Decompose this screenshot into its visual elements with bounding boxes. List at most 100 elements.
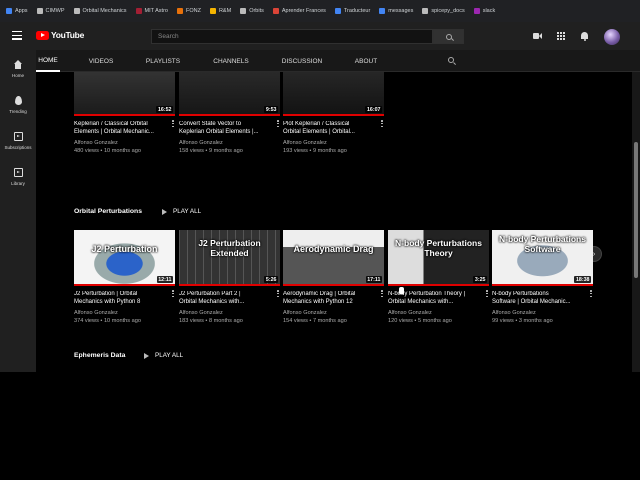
video-card[interactable]: 16:52 Keplerian / Classical Orbital Eleme… [74, 72, 175, 154]
video-thumbnail[interactable]: 16:07 [283, 72, 384, 116]
more-options-icon[interactable] [381, 290, 384, 298]
play-all-button[interactable]: PLAY ALL [162, 208, 201, 215]
video-thumbnail[interactable]: Aerodynamic Drag 17:11 [283, 230, 384, 286]
video-card[interactable]: Aerodynamic Drag 17:11 Aerodynamic Drag | … [283, 230, 384, 324]
shelf-title-ephemeris-data[interactable]: Ephemeris Data [74, 352, 125, 359]
bookmark-favicon-icon [473, 8, 480, 14]
search-button[interactable] [433, 29, 464, 44]
video-thumbnail[interactable]: N-body Perturbations Software 18:38 [492, 230, 593, 286]
sidebar-item-library[interactable]: Library [0, 168, 36, 186]
video-meta: 154 views • 7 months ago [283, 317, 347, 324]
channel-name[interactable]: Alfonso Gonzalez [283, 310, 384, 316]
bookmark-label: Apps [15, 8, 28, 14]
video-meta: 480 views • 10 months ago [74, 147, 141, 154]
more-options-icon[interactable] [381, 120, 384, 128]
video-thumbnail[interactable]: N-body Perturbations Theory 3:25 [388, 230, 489, 286]
channel-name[interactable]: Alfonso Gonzalez [179, 310, 280, 316]
bookmark-item[interactable]: R&M [209, 8, 231, 14]
video-thumbnail[interactable]: 16:52 [74, 72, 175, 116]
channel-search-icon[interactable] [448, 57, 454, 63]
video-title[interactable]: Keplerian / Classical Orbital Elements |… [74, 121, 166, 137]
sidebar-item-home[interactable]: Home [0, 60, 36, 78]
bookmark-item[interactable]: spicepy_docs [422, 8, 465, 14]
video-camera-icon[interactable] [533, 32, 542, 40]
more-options-icon[interactable] [172, 120, 175, 128]
video-title[interactable]: N-body Perturbations Software | Orbital … [492, 291, 584, 307]
tab-playlists[interactable]: PLAYLISTS [144, 50, 182, 72]
video-meta: 183 views • 8 months ago [179, 317, 243, 324]
more-options-icon[interactable] [277, 290, 280, 298]
bookmark-item[interactable]: Apps [6, 8, 28, 14]
duration-badge: 9:53 [264, 106, 278, 113]
bookmark-item[interactable]: Orbital Mechanics [73, 8, 127, 14]
video-title[interactable]: Aerodynamic Drag | Orbital Mechanics wit… [283, 291, 375, 307]
video-thumbnail[interactable]: J2 Perturbation 12:11 [74, 230, 175, 286]
video-meta: 374 views • 10 months ago [74, 317, 141, 324]
video-meta: 99 views • 3 months ago [492, 317, 553, 324]
channel-name[interactable]: Alfonso Gonzalez [74, 310, 175, 316]
notifications-bell-icon[interactable] [580, 32, 589, 41]
scrollbar-thumb[interactable] [634, 142, 638, 278]
video-title[interactable]: Plot Keplerian / Classical Orbital Eleme… [283, 121, 375, 137]
video-card[interactable]: 9:53 Convert State Vector to Keplerian Or… [179, 72, 280, 154]
more-options-icon[interactable] [277, 120, 280, 128]
sidebar-item-label: Library [11, 181, 25, 186]
more-options-icon[interactable] [486, 290, 489, 298]
library-icon [13, 168, 23, 177]
video-title[interactable]: N-body Perturbation Theory | Orbital Mec… [388, 291, 480, 307]
tab-channels[interactable]: CHANNELS [212, 50, 250, 72]
apps-grid-icon[interactable] [557, 32, 566, 41]
play-all-button[interactable]: PLAY ALL [144, 352, 183, 359]
scrollbar[interactable] [632, 72, 640, 372]
tab-home[interactable]: HOME [36, 50, 60, 72]
video-card[interactable]: J2 Perturbation 12:11 J2 Perturbation | Or… [74, 230, 175, 324]
sidebar-item-subscriptions[interactable]: Subscriptions [0, 132, 36, 150]
masthead: YouTube Search [0, 22, 640, 50]
bookmark-item[interactable]: Aprender Frances [272, 8, 326, 14]
bookmark-item[interactable]: MIT Astro [135, 8, 168, 14]
sidebar-item-trending[interactable]: Trending [0, 96, 36, 114]
bookmark-label: Traducteur [343, 8, 371, 14]
channel-name[interactable]: Alfonso Gonzalez [388, 310, 489, 316]
video-card[interactable]: J2 Perturbation Extended 5:26 J2 Perturbat… [179, 230, 280, 324]
video-card[interactable]: 16:07 Plot Keplerian / Classical Orbital … [283, 72, 384, 154]
sidebar-item-label: Home [11, 73, 24, 78]
youtube-logo[interactable]: YouTube [36, 30, 84, 40]
video-title[interactable]: J2 Perturbation Part 2 | Orbital Mechani… [179, 291, 271, 307]
menu-icon[interactable] [12, 31, 22, 40]
sidebar-item-label: Trending [9, 109, 27, 114]
watch-progress-bar [74, 284, 175, 286]
avatar[interactable] [604, 29, 620, 45]
video-card[interactable]: N-body Perturbations Software 18:38 N-body… [492, 230, 593, 324]
video-thumbnail[interactable]: 9:53 [179, 72, 280, 116]
video-card[interactable]: N-body Perturbations Theory 3:25 N-body Pe… [388, 230, 489, 324]
video-thumbnail[interactable]: J2 Perturbation Extended 5:26 [179, 230, 280, 286]
video-title[interactable]: J2 Perturbation | Orbital Mechanics with… [74, 291, 166, 307]
bookmark-item[interactable]: CIMWP [36, 8, 65, 14]
video-title[interactable]: Convert State Vector to Keplerian Orbita… [179, 121, 271, 137]
sidebar-item-label: Subscriptions [4, 145, 32, 150]
bookmark-label: FONZ [185, 8, 201, 14]
bookmark-favicon-icon [240, 8, 247, 14]
channel-name[interactable]: Alfonso Gonzalez [283, 140, 384, 146]
bookmark-item[interactable]: FONZ [176, 8, 201, 14]
tab-about[interactable]: ABOUT [353, 50, 379, 72]
channel-name[interactable]: Alfonso Gonzalez [492, 310, 593, 316]
bookmark-item[interactable]: Traducteur [334, 8, 371, 14]
tab-videos[interactable]: VIDEOS [88, 50, 114, 72]
subscriptions-icon [13, 132, 23, 141]
duration-badge: 3:25 [473, 276, 487, 283]
duration-badge: 5:26 [264, 276, 278, 283]
channel-name[interactable]: Alfonso Gonzalez [74, 140, 175, 146]
bookmark-item[interactable]: messages [379, 8, 413, 14]
channel-name[interactable]: Alfonso Gonzalez [179, 140, 280, 146]
more-options-icon[interactable] [172, 290, 175, 298]
bookmark-label: slack [482, 8, 496, 14]
bookmark-item[interactable]: Orbits [240, 8, 264, 14]
bookmark-item[interactable]: slack [473, 8, 496, 14]
search-input[interactable]: Search [151, 29, 433, 44]
home-icon [13, 60, 23, 69]
tab-discussion[interactable]: DISCUSSION [280, 50, 324, 72]
shelf-title-orbital-perturbations[interactable]: Orbital Perturbations [74, 208, 142, 215]
more-options-icon[interactable] [590, 290, 593, 298]
